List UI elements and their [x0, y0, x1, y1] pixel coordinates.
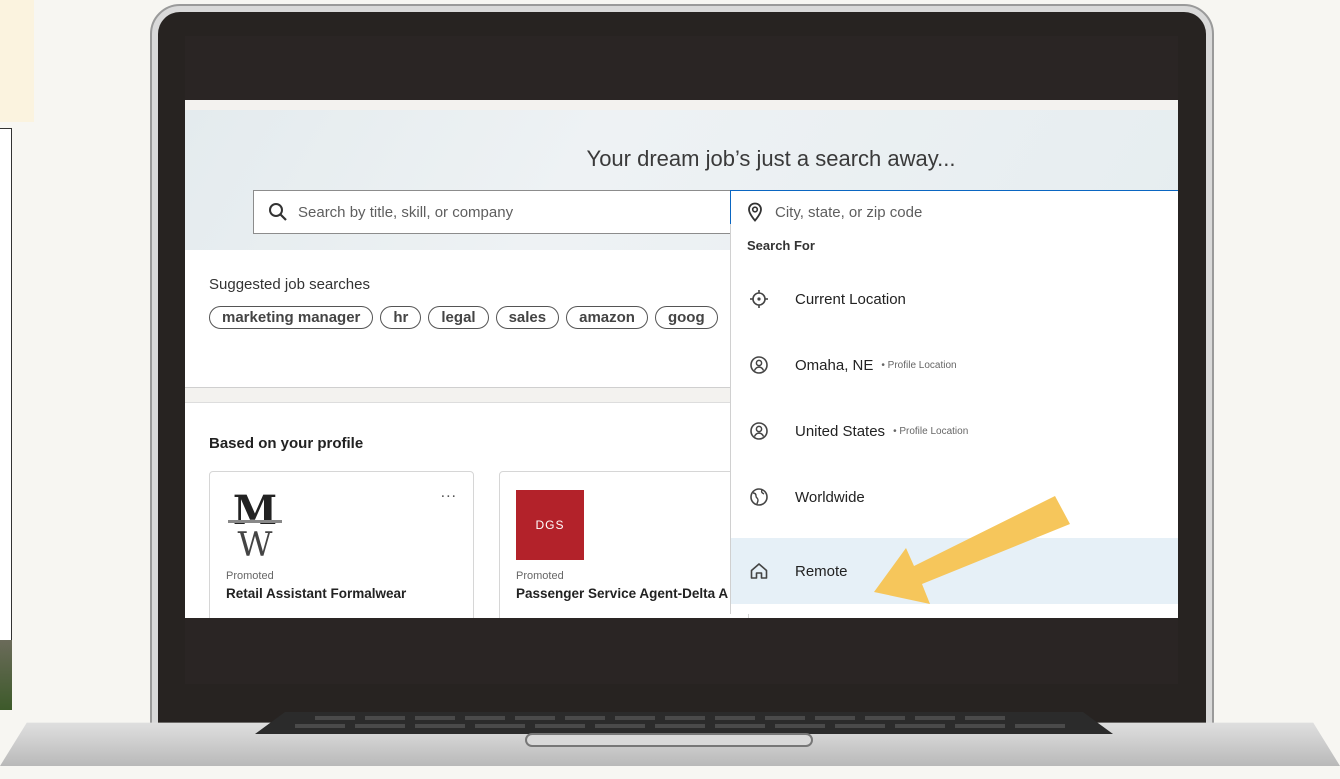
- job-title[interactable]: Retail Assistant Formalwear: [226, 586, 406, 601]
- chip-sales[interactable]: sales: [495, 306, 560, 329]
- location-pin-icon: [748, 202, 762, 222]
- keyboard-icon: [255, 712, 1113, 734]
- hero-title: Your dream job’s just a search away...: [586, 146, 956, 171]
- profile-location-icon: [750, 422, 768, 440]
- job-search-box[interactable]: [253, 190, 731, 234]
- decor-frame: [0, 128, 12, 688]
- location-search-input[interactable]: [775, 203, 1155, 221]
- profile-location-icon: [750, 356, 768, 374]
- decor-panel: [0, 0, 34, 122]
- dropdown-item-sublabel: • Profile Location: [881, 359, 957, 371]
- dropdown-header: Search For: [747, 238, 815, 253]
- chip-hr[interactable]: hr: [380, 306, 422, 329]
- chip-amazon[interactable]: amazon: [566, 306, 648, 329]
- promoted-label: Promoted: [226, 570, 274, 582]
- suggested-chips: marketing manager hr legal sales amazon …: [209, 306, 718, 329]
- job-card[interactable]: M W ... Promoted Retail Assistant Formal…: [209, 471, 474, 618]
- dropdown-item-label: United States: [795, 422, 886, 440]
- pointer-arrow-icon: [874, 496, 1070, 604]
- decor-plant: [0, 640, 12, 710]
- dropdown-item-current-location[interactable]: Current Location: [731, 266, 1178, 332]
- chip-legal[interactable]: legal: [428, 306, 489, 329]
- profile-jobs-title: Based on your profile: [209, 435, 364, 452]
- job-title[interactable]: Passenger Service Agent-Delta A: [516, 586, 728, 601]
- svg-text:W: W: [238, 525, 273, 560]
- job-card[interactable]: DGS Promoted Passenger Service Agent-Del…: [499, 471, 749, 618]
- chip-google[interactable]: goog: [654, 306, 718, 329]
- dropdown-item-label: Omaha, NE: [795, 356, 874, 374]
- dropdown-item-label: Worldwide: [795, 488, 865, 506]
- more-options-icon[interactable]: ...: [441, 484, 457, 502]
- dropdown-item-united-states[interactable]: United States • Profile Location: [731, 398, 1178, 464]
- company-logo: DGS: [516, 490, 584, 560]
- dropdown-item-label: Remote: [795, 562, 848, 580]
- chip-marketing-manager[interactable]: marketing manager: [209, 306, 374, 329]
- search-icon: [269, 203, 287, 221]
- crosshair-icon: [750, 290, 768, 308]
- laptop-trackpad-notch: [525, 733, 813, 747]
- dropdown-item-sublabel: • Profile Location: [893, 425, 969, 437]
- company-logo: M W: [228, 490, 282, 560]
- dropdown-item-label: Current Location: [795, 290, 906, 308]
- suggested-searches-title: Suggested job searches: [209, 276, 370, 293]
- dropdown-item-omaha[interactable]: Omaha, NE • Profile Location: [731, 332, 1178, 398]
- home-icon: [750, 563, 768, 579]
- globe-icon: [750, 488, 768, 506]
- promoted-label: Promoted: [516, 570, 564, 582]
- job-search-input[interactable]: [298, 203, 678, 221]
